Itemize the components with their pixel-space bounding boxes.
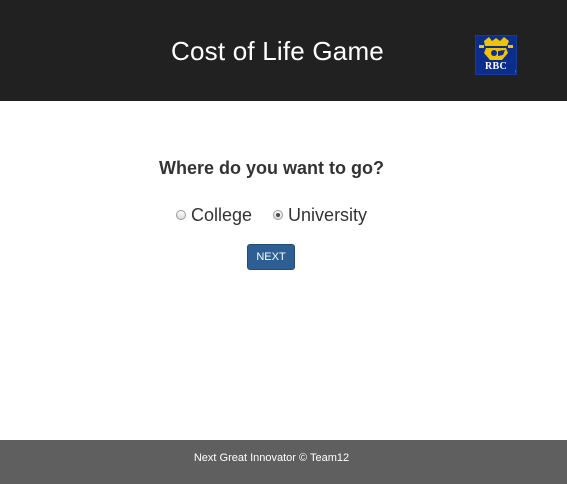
footer-bar: Next Great Innovator © Team12 <box>0 440 567 484</box>
next-button[interactable]: NEXT <box>247 244 295 270</box>
university-option[interactable]: University <box>273 205 367 226</box>
university-radio[interactable] <box>273 210 284 220</box>
destination-radio-group: College University <box>176 203 367 227</box>
app-title: Cost of Life Game <box>171 36 384 66</box>
question-heading: Where do you want to go? <box>159 158 384 178</box>
logo-trademark: ® <box>515 69 516 74</box>
rbc-logo[interactable]: RBC ® <box>475 35 517 75</box>
header-bar: Cost of Life Game RBC ® <box>0 0 567 101</box>
college-option[interactable]: College <box>176 205 252 226</box>
university-label: University <box>288 204 368 225</box>
lion-crest-icon <box>479 37 513 60</box>
logo-text: RBC <box>484 61 507 72</box>
page: Cost of Life Game RBC ® Where do you wan… <box>0 0 567 484</box>
footer-text: Next Great Innovator © Team12 <box>193 452 350 464</box>
college-label: College <box>191 204 253 225</box>
college-radio[interactable] <box>176 210 186 220</box>
